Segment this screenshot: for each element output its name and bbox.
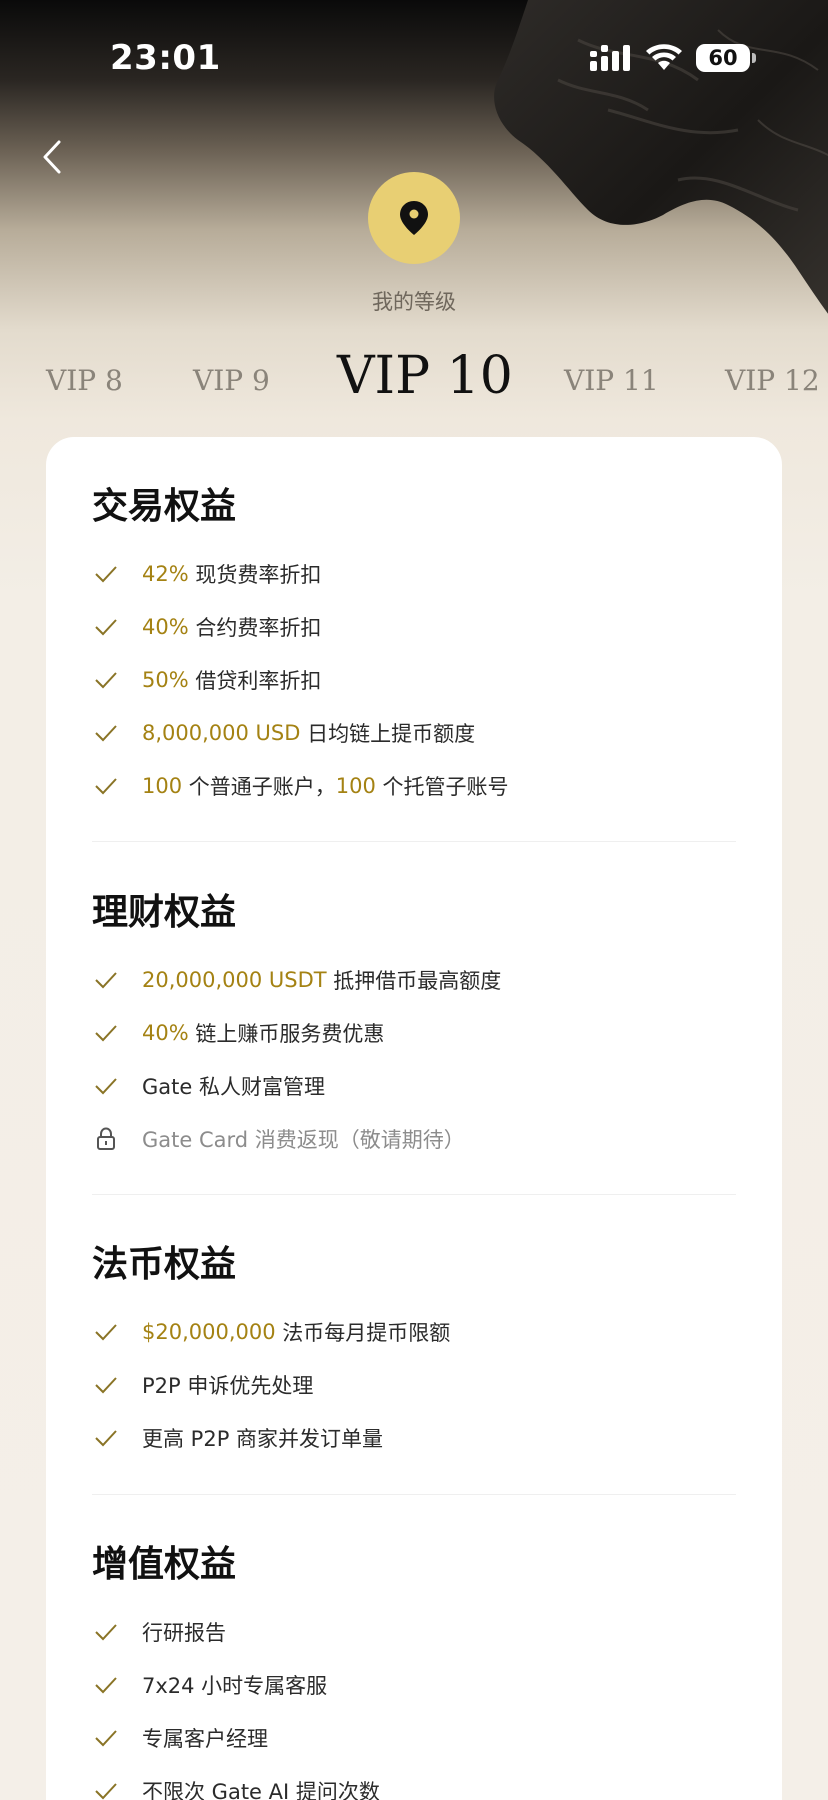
check-icon: [94, 1673, 118, 1697]
benefit-highlight: 100: [142, 773, 183, 798]
benefit-list: 20,000,000 USDT 抵押借币最高额度 40% 链上赚币服务费优惠 G…: [92, 953, 736, 1165]
section-trading-benefits: 交易权益 42% 现货费率折扣 40% 合约费率折扣 50% 借贷利率折扣 8,…: [92, 485, 736, 812]
benefit-highlight-2: 100: [335, 773, 376, 798]
benefit-item: 40% 链上赚币服务费优惠: [92, 1006, 736, 1059]
section-fiat-benefits: 法币权益 $20,000,000 法币每月提币限额 P2P 申诉优先处理 更高 …: [92, 1243, 736, 1464]
benefit-text: Gate 私人财富管理: [142, 1074, 325, 1099]
benefit-text: 抵押借币最高额度: [326, 968, 502, 993]
section-title: 理财权益: [92, 892, 237, 933]
benefits-card: 交易权益 42% 现货费率折扣 40% 合约费率折扣 50% 借贷利率折扣 8,…: [46, 437, 782, 1800]
benefit-highlight: 40%: [142, 1020, 189, 1045]
benefit-text: 专属客户经理: [142, 1726, 268, 1751]
benefit-text-2: 个托管子账号: [375, 774, 509, 799]
benefit-item: 专属客户经理: [92, 1711, 736, 1764]
benefit-item: 更高 P2P 商家并发订单量: [92, 1411, 736, 1464]
section-value-added-benefits: 增值权益 行研报告 7x24 小时专属客服 专属客户经理 不限次 Gate AI…: [92, 1543, 736, 1800]
benefit-highlight: 8,000,000 USD: [142, 720, 301, 745]
vip-level-12[interactable]: VIP 12: [725, 364, 820, 397]
benefit-text: 不限次 Gate AI 提问次数: [142, 1779, 380, 1800]
benefit-highlight: 42%: [142, 561, 189, 586]
vip-level-9[interactable]: VIP 9: [193, 364, 270, 397]
vip-level-11[interactable]: VIP 11: [564, 364, 659, 397]
benefit-text: 个普通子账户，: [182, 774, 336, 799]
section-title: 法币权益: [92, 1244, 237, 1285]
benefit-item: 20,000,000 USDT 抵押借币最高额度: [92, 953, 736, 1006]
benefit-item: 100 个普通子账户， 100 个托管子账号: [92, 759, 736, 812]
section-wealth-benefits: 理财权益 20,000,000 USDT 抵押借币最高额度 40% 链上赚币服务…: [92, 891, 736, 1165]
section-title: 增值权益: [92, 1544, 237, 1585]
battery-level: 60: [708, 46, 738, 70]
benefit-item: 40% 合约费率折扣: [92, 600, 736, 653]
benefit-text: 链上赚币服务费优惠: [188, 1021, 385, 1046]
check-icon: [94, 1021, 118, 1045]
check-icon: [94, 774, 118, 798]
check-icon: [94, 1320, 118, 1344]
section-divider: [92, 1194, 736, 1195]
benefit-item: $20,000,000 法币每月提币限额: [92, 1305, 736, 1358]
check-icon: [94, 1779, 118, 1800]
benefit-text: 法币每月提币限额: [275, 1320, 451, 1345]
back-button[interactable]: [30, 132, 74, 182]
benefit-item: 7x24 小时专属客服: [92, 1658, 736, 1711]
vip-benefits-page: 23:01 60 我的等级 VIP 8 VIP 9 VIP 10 VIP 11 …: [0, 0, 828, 1800]
check-icon: [94, 1426, 118, 1450]
check-icon: [94, 1074, 118, 1098]
my-level-label: 我的等级: [372, 290, 456, 314]
benefit-text: 合约费率折扣: [188, 615, 322, 640]
level-badge: [368, 172, 460, 264]
check-icon: [94, 1620, 118, 1644]
lock-icon: [94, 1126, 118, 1151]
signal-icon: [590, 45, 630, 71]
benefit-text: Gate Card 消费返现（敬请期待）: [142, 1127, 465, 1152]
check-icon: [94, 721, 118, 745]
vip-level-10-active[interactable]: VIP 10: [337, 346, 513, 406]
benefit-item: 50% 借贷利率折扣: [92, 653, 736, 706]
battery-indicator: 60: [696, 44, 756, 72]
benefit-text: 7x24 小时专属客服: [142, 1673, 328, 1698]
chevron-left-icon: [43, 140, 61, 174]
section-divider: [92, 1494, 736, 1495]
benefit-item: P2P 申诉优先处理: [92, 1358, 736, 1411]
system-icons: 60: [590, 44, 756, 72]
benefit-list: 42% 现货费率折扣 40% 合约费率折扣 50% 借贷利率折扣 8,000,0…: [92, 547, 736, 812]
check-icon: [94, 1373, 118, 1397]
check-icon: [94, 1726, 118, 1750]
check-icon: [94, 968, 118, 992]
benefit-list: 行研报告 7x24 小时专属客服 专属客户经理 不限次 Gate AI 提问次数: [92, 1605, 736, 1800]
status-time: 23:01: [110, 38, 221, 78]
status-bar: 23:01 60: [0, 0, 828, 120]
benefit-text: 更高 P2P 商家并发订单量: [142, 1426, 384, 1451]
vip-level-selector: VIP 8 VIP 9 VIP 10 VIP 11 VIP 12: [0, 340, 828, 420]
benefit-text: 借贷利率折扣: [188, 668, 322, 693]
benefit-highlight: 50%: [142, 667, 189, 692]
benefit-text: 行研报告: [142, 1620, 226, 1645]
benefit-list: $20,000,000 法币每月提币限额 P2P 申诉优先处理 更高 P2P 商…: [92, 1305, 736, 1464]
check-icon: [94, 562, 118, 586]
check-icon: [94, 615, 118, 639]
benefit-highlight: 20,000,000 USDT: [142, 967, 327, 992]
location-pin-icon: [400, 201, 428, 235]
vip-level-8[interactable]: VIP 8: [46, 364, 123, 397]
benefit-item: Gate 私人财富管理: [92, 1059, 736, 1112]
benefit-text: P2P 申诉优先处理: [142, 1373, 314, 1398]
section-title: 交易权益: [92, 486, 237, 527]
benefit-item: 行研报告: [92, 1605, 736, 1658]
benefit-text: 日均链上提币额度: [300, 721, 476, 746]
benefit-item-locked: Gate Card 消费返现（敬请期待）: [92, 1112, 736, 1165]
benefit-highlight: $20,000,000: [142, 1319, 276, 1344]
wifi-icon: [646, 44, 682, 70]
check-icon: [94, 668, 118, 692]
benefit-text: 现货费率折扣: [188, 562, 322, 587]
benefit-highlight: 40%: [142, 614, 189, 639]
benefit-item: 不限次 Gate AI 提问次数: [92, 1764, 736, 1800]
section-divider: [92, 841, 736, 842]
benefit-item: 8,000,000 USD 日均链上提币额度: [92, 706, 736, 759]
benefit-item: 42% 现货费率折扣: [92, 547, 736, 600]
